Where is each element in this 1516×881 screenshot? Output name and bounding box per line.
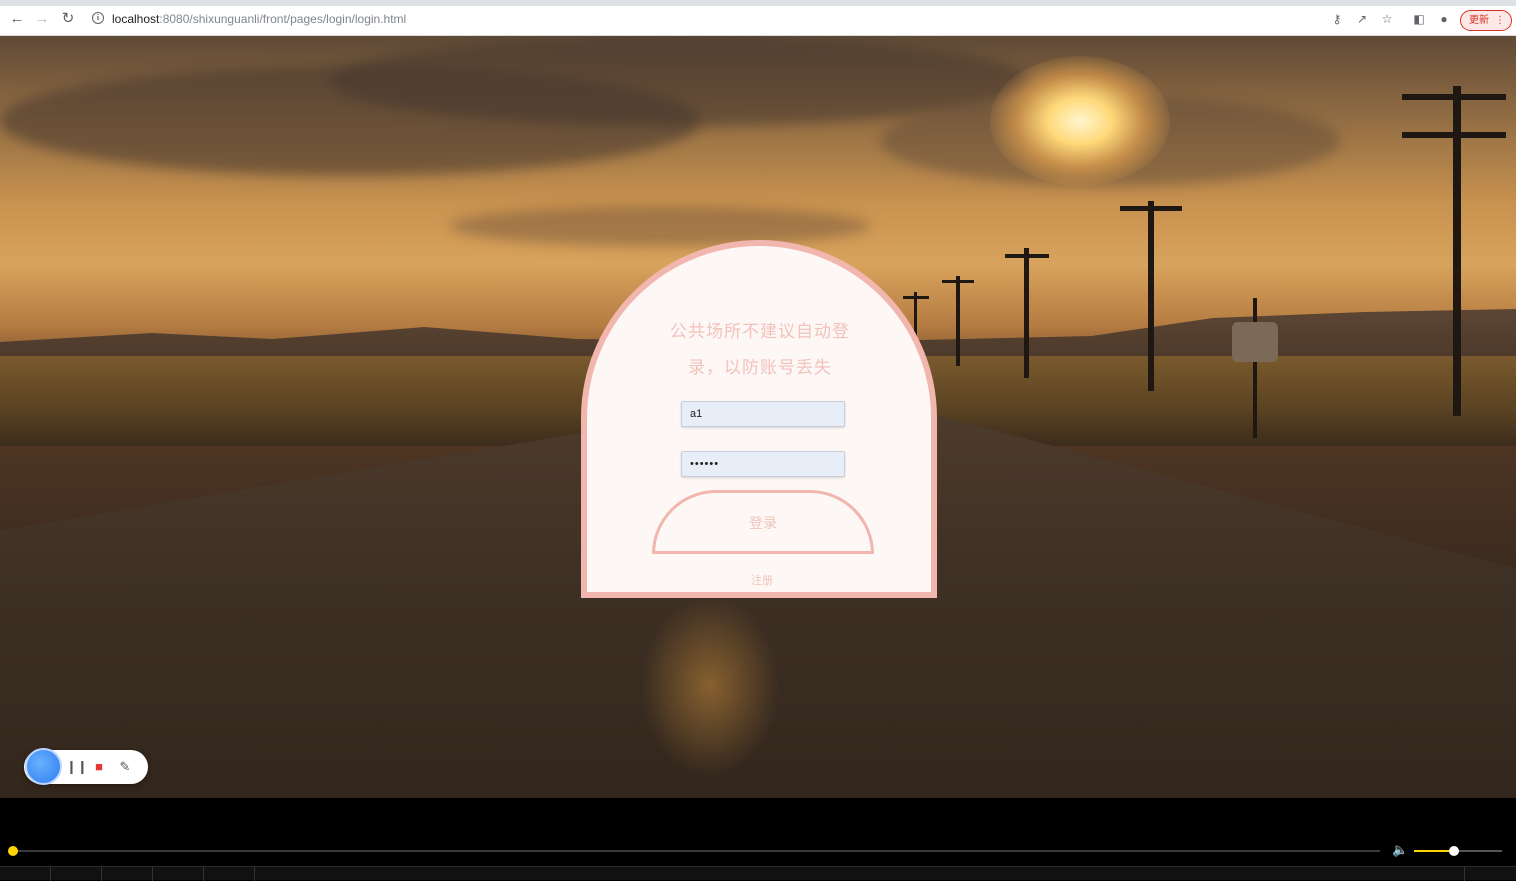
back-icon[interactable]: ← <box>9 11 25 27</box>
update-button[interactable]: 更新 ⋮ <box>1460 10 1512 31</box>
browser-toolbar: ← → ↻ i localhost:8080/shixunguanli/fron… <box>0 0 1516 36</box>
cloud <box>450 206 870 246</box>
progress-knob[interactable] <box>8 846 18 856</box>
username-input[interactable]: a1 <box>681 401 845 427</box>
password-input[interactable]: •••••• <box>681 451 845 477</box>
pole-crossbar <box>903 296 929 299</box>
login-button[interactable]: 登录 <box>652 490 874 554</box>
road-sign <box>1232 322 1278 362</box>
recorder-toolbar: ❙❙ ■ ✎ <box>24 748 148 785</box>
login-title: 公共场所不建议自动登 录，以防账号丢失 <box>667 314 853 386</box>
pole-crossbar <box>942 280 974 283</box>
power-pole <box>1024 248 1029 378</box>
tab-strip <box>0 0 1516 6</box>
share-icon[interactable]: ↗ <box>1355 12 1369 26</box>
url-path: :8080/shixunguanli/front/pages/login/log… <box>159 12 407 26</box>
video-player-bar: 🔈 <box>0 798 1516 881</box>
sidepanel-icon[interactable]: ◧ <box>1412 12 1426 26</box>
url-text[interactable]: localhost:8080/shixunguanli/front/pages/… <box>112 12 406 26</box>
login-title-line2: 录，以防账号丢失 <box>688 358 832 377</box>
road-sign-post <box>1253 298 1257 438</box>
forward-icon[interactable]: → <box>34 11 50 27</box>
volume-fill <box>1414 850 1454 852</box>
login-title-line1: 公共场所不建议自动登 <box>670 322 850 341</box>
login-card: 公共场所不建议自动登 录，以防账号丢失 a1 •••••• 登录 注册 <box>581 240 937 598</box>
record-dot-icon[interactable] <box>25 748 62 785</box>
address-bar[interactable]: i localhost:8080/shixunguanli/front/page… <box>86 9 1456 31</box>
power-pole <box>956 276 960 366</box>
bottom-strip <box>0 866 1516 881</box>
star-icon[interactable]: ☆ <box>1380 12 1394 26</box>
sun <box>990 56 1170 186</box>
volume-knob[interactable] <box>1449 846 1459 856</box>
road-glow <box>640 596 780 776</box>
power-pole <box>1148 201 1154 391</box>
volume-icon[interactable]: 🔈 <box>1392 843 1408 857</box>
register-link[interactable]: 注册 <box>727 572 797 588</box>
menu-icon[interactable]: ⋮ <box>1495 11 1505 30</box>
url-host: localhost <box>112 12 160 26</box>
key-icon[interactable]: ⚷ <box>1330 12 1344 26</box>
pole-crossbar <box>1005 254 1049 258</box>
folder-icon[interactable]: ■ <box>90 758 108 776</box>
reload-icon[interactable]: ↻ <box>60 11 76 27</box>
cloud <box>330 36 1030 126</box>
profile-icon[interactable]: ● <box>1437 12 1451 26</box>
update-label: 更新 <box>1469 15 1489 26</box>
pole-crossbar <box>1402 94 1506 100</box>
pen-icon[interactable]: ✎ <box>116 758 134 776</box>
pause-icon[interactable]: ❙❙ <box>66 758 88 776</box>
pole-crossbar <box>1402 132 1506 138</box>
info-icon[interactable]: i <box>92 12 104 24</box>
progress-track[interactable] <box>12 850 1380 852</box>
pole-crossbar <box>1120 206 1182 211</box>
